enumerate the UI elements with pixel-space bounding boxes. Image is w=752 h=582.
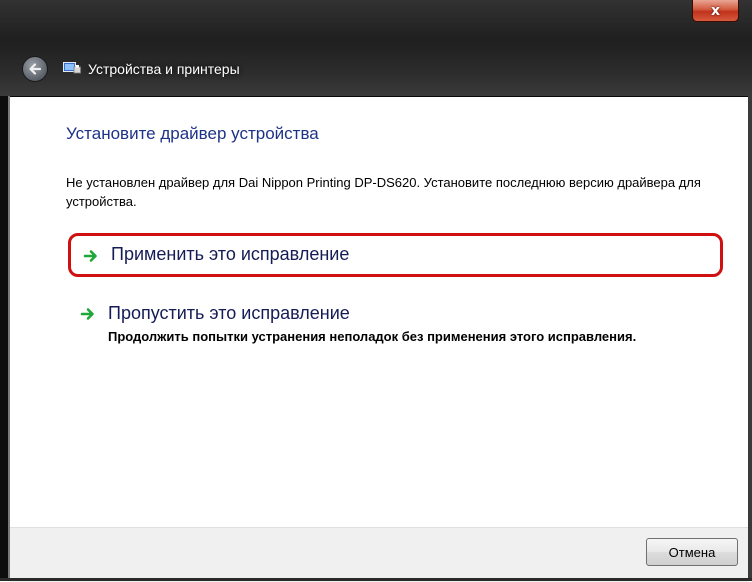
footer-bar: Отмена — [10, 527, 748, 582]
title-bar-sheen — [0, 0, 752, 48]
window-title: Устройства и принтеры — [88, 61, 240, 77]
close-button[interactable]: x — [692, 0, 739, 22]
troubleshooter-window: x Устройства и принтеры Установите драйв… — [0, 0, 752, 582]
skip-fix-description: Продолжить попытки устранения неполадок … — [108, 329, 637, 344]
page-description: Не установлен драйвер для Dai Nippon Pri… — [66, 175, 701, 209]
skip-fix-option[interactable]: Пропустить это исправление Продолжить по… — [68, 300, 723, 352]
content-area: Установите драйвер устройства Не установ… — [10, 97, 748, 527]
back-arrow-icon — [29, 63, 42, 75]
skip-fix-label: Пропустить это исправление — [108, 303, 350, 323]
cancel-button[interactable]: Отмена — [646, 538, 738, 566]
window-left-border — [0, 96, 8, 581]
page-heading: Установите драйвер устройства — [66, 124, 319, 143]
green-arrow-icon — [83, 250, 97, 262]
green-arrow-icon — [80, 308, 94, 320]
close-icon: x — [710, 2, 721, 19]
title-bar: x Устройства и принтеры — [0, 0, 752, 97]
apply-fix-label: Применить это исправление — [111, 244, 350, 264]
devices-printers-icon — [63, 62, 81, 74]
window-right-border — [748, 96, 752, 581]
back-button[interactable] — [22, 56, 48, 82]
apply-fix-option[interactable]: Применить это исправление — [68, 233, 723, 277]
